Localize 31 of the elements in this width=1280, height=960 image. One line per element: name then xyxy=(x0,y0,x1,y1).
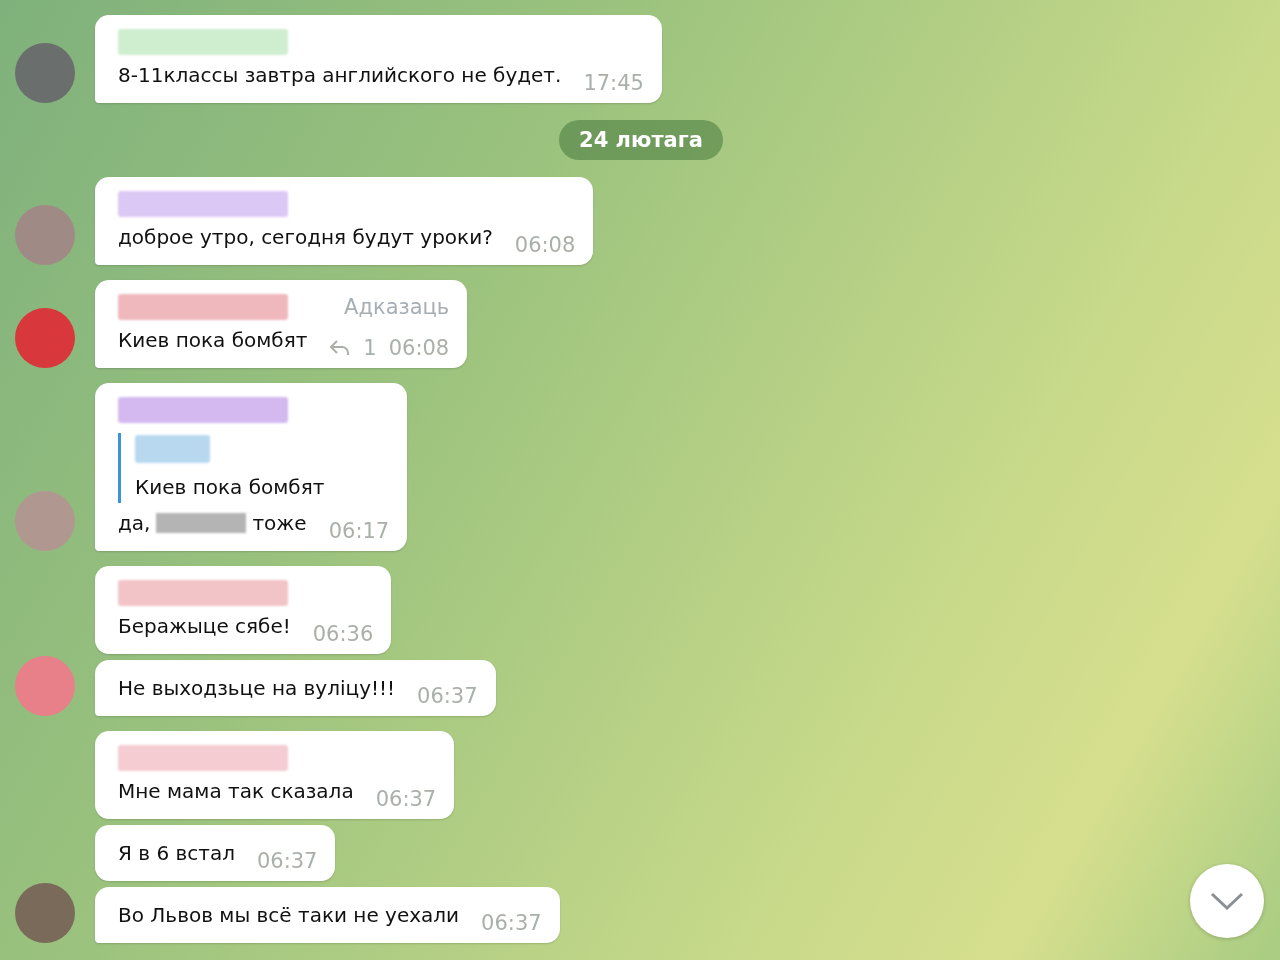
avatar[interactable] xyxy=(15,491,75,551)
message-text: доброе утро, сегодня будут уроки? xyxy=(118,224,493,251)
reply-count: 1 xyxy=(363,336,377,360)
message-time: 06:08 xyxy=(514,233,576,257)
chevron-down-icon xyxy=(1210,891,1244,911)
avatar[interactable] xyxy=(15,656,75,716)
avatar[interactable] xyxy=(15,883,75,943)
message-time: 06:37 xyxy=(256,849,318,873)
message-text: да, тоже xyxy=(118,510,307,537)
message-time: 06:37 xyxy=(375,787,437,811)
message-text: Киев пока бомбят xyxy=(118,327,308,354)
message-text: 8-11классы завтра английского не будет. xyxy=(118,62,562,89)
date-pill: 24 лютага xyxy=(559,120,723,160)
message-time: 06:08 xyxy=(388,336,450,360)
message-text: Не выходзьце на вуліцу!!! xyxy=(118,675,396,702)
message-text: Во Львов мы всё таки не уехали xyxy=(118,902,460,929)
avatar[interactable] xyxy=(15,308,75,368)
quoted-text: Киев пока бомбят xyxy=(135,474,326,501)
scroll-down-button[interactable] xyxy=(1190,864,1264,938)
avatar[interactable] xyxy=(15,43,75,103)
avatar[interactable] xyxy=(15,205,75,265)
quoted-message[interactable]: Киев пока бомбят xyxy=(118,433,390,503)
message-time: 06:36 xyxy=(312,622,374,646)
message-time: 06:37 xyxy=(417,684,478,708)
message-text: Беражыце сябе! xyxy=(118,613,291,640)
reply-arrow-icon xyxy=(329,339,352,357)
message-text: Мне мама так сказала xyxy=(118,778,354,805)
message-time: 06:37 xyxy=(481,911,542,935)
message-time: 17:45 xyxy=(583,71,644,95)
message-text: Я в 6 встал xyxy=(118,840,235,867)
message-time: 06:17 xyxy=(328,519,390,543)
